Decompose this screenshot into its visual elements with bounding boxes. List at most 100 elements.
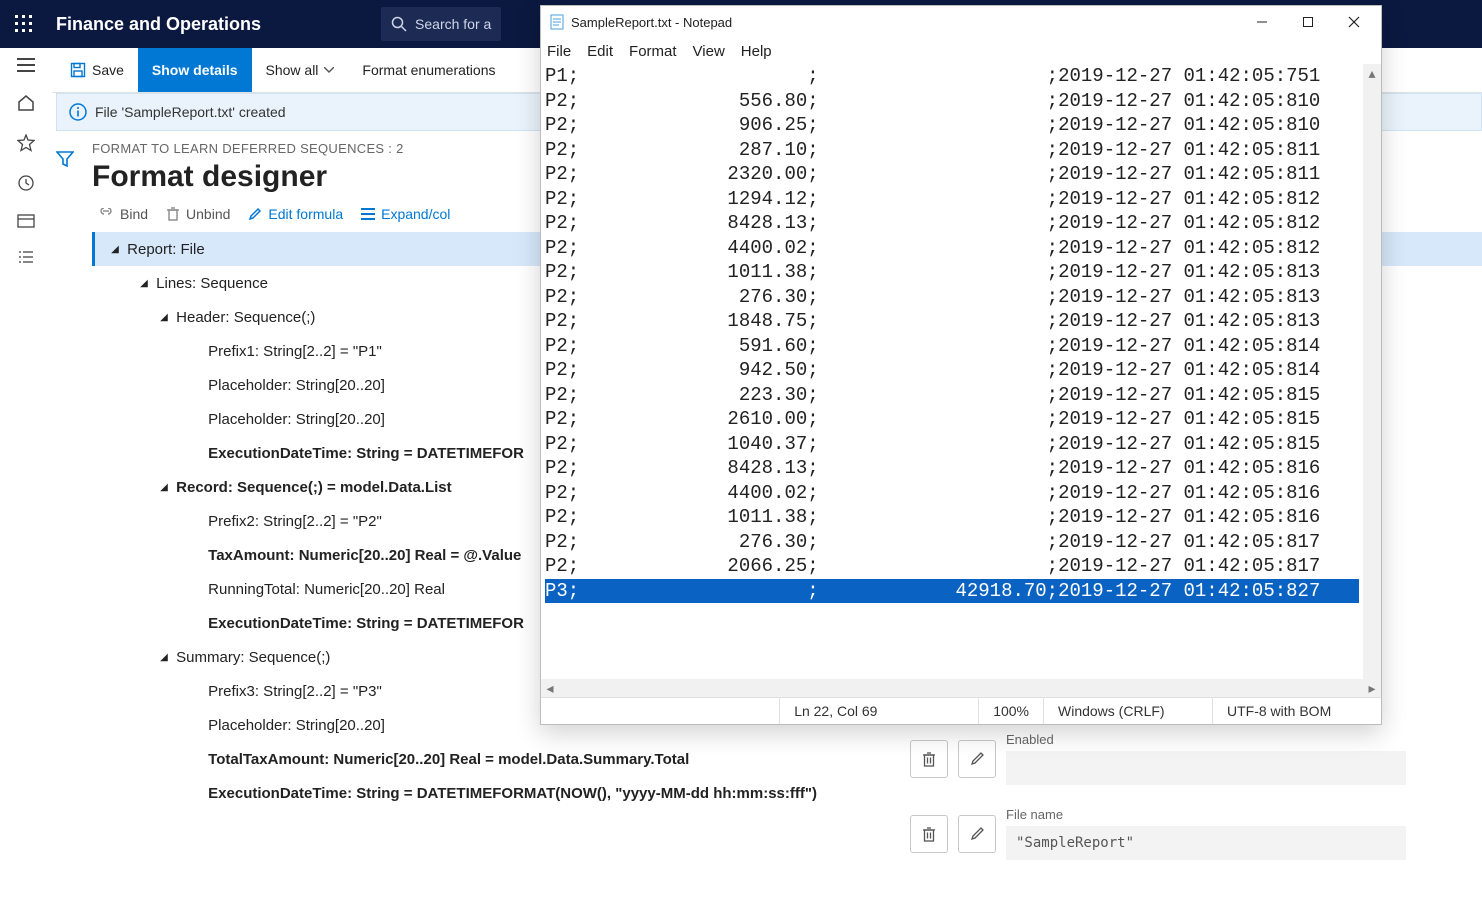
tree-node-label: Summary: Sequence(;) [172,649,330,666]
recent-icon[interactable] [17,174,35,192]
show-details-label: Show details [152,62,238,78]
bind-label: Bind [120,206,148,222]
tree-node-label: Placeholder: String[20..20] [204,377,385,394]
show-all-button[interactable]: Show all [252,48,349,92]
show-all-label: Show all [266,62,319,78]
tree-node-label: Placeholder: String[20..20] [204,411,385,428]
save-icon [70,62,86,78]
modules-icon[interactable] [17,250,35,264]
text-line: P2; 2320.00; ;2019-12-27 01:42:05:811 [545,162,1359,187]
info-icon [69,103,87,121]
edit-filename-button[interactable] [958,815,996,853]
unbind-button[interactable]: Unbind [166,206,230,222]
delete-enabled-button[interactable] [910,740,948,778]
close-button[interactable] [1331,7,1377,37]
star-icon[interactable] [17,134,35,152]
minimize-button[interactable] [1239,7,1285,37]
notepad-text-area[interactable]: P1; ; ;2019-12-27 01:42:05:751P2; 556.80… [541,64,1363,679]
status-eol: Windows (CRLF) [1043,698,1212,724]
bind-button[interactable]: Bind [98,206,148,222]
text-line: P2; 1011.38; ;2019-12-27 01:42:05:816 [545,505,1359,530]
scroll-left-icon[interactable]: ◂ [541,680,559,697]
expand-collapse-button[interactable]: Expand/col [361,206,450,222]
notepad-vscrollbar[interactable]: ▴ [1363,64,1381,679]
tree-node-label: Prefix2: String[2..2] = "P2" [204,513,382,530]
menu-file[interactable]: File [547,43,571,60]
status-zoom: 100% [978,698,1043,724]
caret-icon[interactable]: ◢ [107,244,123,255]
notepad-statusbar: Ln 22, Col 69 100% Windows (CRLF) UTF-8 … [541,697,1381,724]
save-label: Save [92,62,124,78]
tree-node-label: ExecutionDateTime: String = DATETIMEFOR [204,615,524,632]
left-nav-rail [0,48,52,912]
tree-node-label: RunningTotal: Numeric[20..20] Real [204,581,445,598]
chevron-down-icon [324,67,334,73]
text-line: P2; 223.30; ;2019-12-27 01:42:05:815 [545,383,1359,408]
link-icon [98,208,114,220]
edit-enabled-button[interactable] [958,740,996,778]
tree-node-label: Report: File [123,241,205,258]
notepad-hscrollbar[interactable]: ◂ ▸ [541,679,1381,697]
filename-label: File name [1006,807,1406,822]
text-line: P2; 1294.12; ;2019-12-27 01:42:05:812 [545,187,1359,212]
info-banner-text: File 'SampleReport.txt' created [95,104,286,120]
text-line: P2; 1848.75; ;2019-12-27 01:42:05:813 [545,309,1359,334]
enabled-label: Enabled [1006,732,1406,747]
caret-icon[interactable]: ◢ [156,482,172,493]
scroll-up-icon[interactable]: ▴ [1363,64,1381,82]
text-line: P2; 276.30; ;2019-12-27 01:42:05:817 [545,530,1359,555]
text-line: P2; 8428.13; ;2019-12-27 01:42:05:812 [545,211,1359,236]
menu-view[interactable]: View [693,43,725,60]
tree-node-label: Record: Sequence(;) = model.Data.List [172,479,452,496]
tree-node-label: ExecutionDateTime: String = DATETIMEFOR [204,445,524,462]
delete-filename-button[interactable] [910,815,948,853]
text-line: P1; ; ;2019-12-27 01:42:05:751 [545,64,1359,89]
unbind-label: Unbind [186,206,230,222]
text-line: P2; 8428.13; ;2019-12-27 01:42:05:816 [545,456,1359,481]
caret-icon[interactable]: ◢ [156,312,172,323]
tree-node-label: Lines: Sequence [152,275,268,292]
text-line: P2; 1011.38; ;2019-12-27 01:42:05:813 [545,260,1359,285]
tree-node-label: Placeholder: String[20..20] [204,717,385,734]
tree-node-label: TotalTaxAmount: Numeric[20..20] Real = m… [204,751,689,768]
search-icon [391,16,407,32]
text-line: P2; 942.50; ;2019-12-27 01:42:05:814 [545,358,1359,383]
text-line: P2; 4400.02; ;2019-12-27 01:42:05:816 [545,481,1359,506]
format-enumerations-button[interactable]: Format enumerations [348,48,509,92]
text-line: P2; 276.30; ;2019-12-27 01:42:05:813 [545,285,1359,310]
hamburger-icon[interactable] [17,58,35,72]
scroll-right-icon[interactable]: ▸ [1363,680,1381,697]
list-icon [361,208,375,220]
show-details-button[interactable]: Show details [138,48,252,92]
save-button[interactable]: Save [56,48,138,92]
enabled-field[interactable] [1006,751,1406,785]
edit-formula-button[interactable]: Edit formula [248,206,343,222]
menu-edit[interactable]: Edit [587,43,613,60]
caret-icon[interactable]: ◢ [156,652,172,663]
notepad-window: SampleReport.txt - Notepad File Edit Forma… [540,5,1382,725]
notepad-titlebar[interactable]: SampleReport.txt - Notepad [541,6,1381,38]
status-position: Ln 22, Col 69 [779,698,978,724]
filename-field[interactable]: "SampleReport" [1006,826,1406,860]
home-icon[interactable] [17,94,35,112]
text-line: P3; ; 42918.70;2019-12-27 01:42:05:827 [545,579,1359,604]
filter-icon[interactable] [56,151,92,167]
menu-format[interactable]: Format [629,43,677,60]
workspaces-icon[interactable] [17,214,35,228]
tree-node-label: Prefix3: String[2..2] = "P3" [204,683,382,700]
tree-node-label: ExecutionDateTime: String = DATETIMEFORM… [204,785,817,802]
maximize-button[interactable] [1285,7,1331,37]
tree-node-label: Prefix1: String[2..2] = "P1" [204,343,382,360]
edit-formula-label: Edit formula [268,206,343,222]
notepad-title: SampleReport.txt - Notepad [571,15,1239,30]
text-line: P2; 2610.00; ;2019-12-27 01:42:05:815 [545,407,1359,432]
status-encoding: UTF-8 with BOM [1212,698,1381,724]
caret-icon[interactable]: ◢ [136,278,152,289]
expand-collapse-label: Expand/col [381,206,450,222]
trash-icon [166,207,180,221]
format-enumerations-label: Format enumerations [362,62,495,78]
global-search[interactable]: Search for a [381,7,501,41]
menu-help[interactable]: Help [741,43,772,60]
text-line: P2; 4400.02; ;2019-12-27 01:42:05:812 [545,236,1359,261]
waffle-icon[interactable] [0,0,48,48]
